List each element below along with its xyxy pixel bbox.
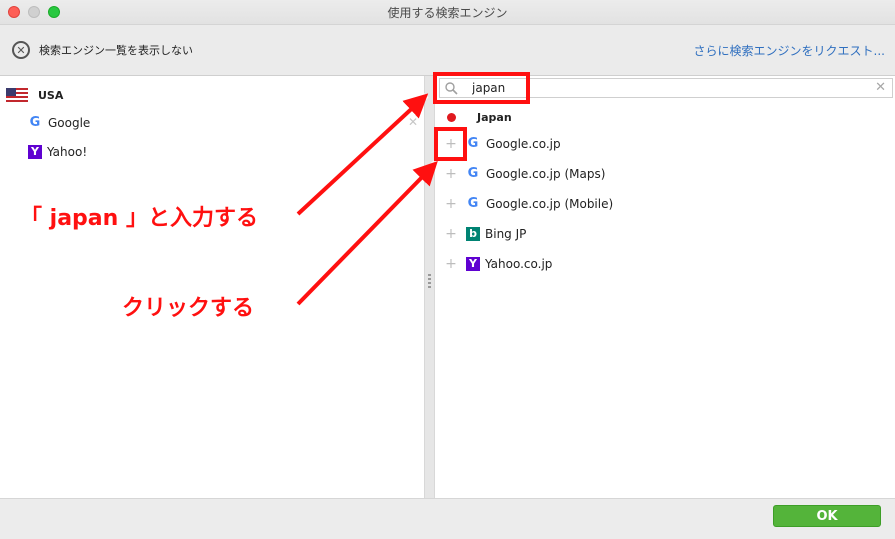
result-name: Bing JP xyxy=(485,227,527,241)
add-button-highlight-box xyxy=(434,127,467,161)
search-highlight-box xyxy=(433,72,530,104)
engine-item-google[interactable]: G Google xyxy=(28,113,91,133)
clear-search-icon[interactable]: ✕ xyxy=(875,80,886,95)
google-icon: G xyxy=(467,136,479,151)
region-label: USA xyxy=(38,88,64,102)
title-bar: 使用する検索エンジン xyxy=(0,0,895,25)
result-name: Yahoo.co.jp xyxy=(485,257,553,271)
yahoo-icon: Y xyxy=(466,257,480,271)
add-engine-icon[interactable]: + xyxy=(445,194,457,214)
bing-icon: b xyxy=(466,227,480,241)
region-label: Japan xyxy=(477,110,512,124)
type-instruction-label: 「 japan 」と入力する xyxy=(20,206,258,231)
window-title: 使用する検索エンジン xyxy=(387,6,508,20)
result-item-bing-jp: + b Bing JP xyxy=(445,224,526,244)
us-flag-icon xyxy=(6,88,28,102)
hide-engine-list-toggle[interactable]: ✕ 検索エンジン一覧を表示しない xyxy=(12,40,193,60)
result-item-yahoo-co-jp: + Y Yahoo.co.jp xyxy=(445,254,552,274)
region-header-japan: Japan xyxy=(447,109,512,125)
result-item-google-maps: + G Google.co.jp (Maps) xyxy=(445,164,605,184)
click-instruction-label: クリックする xyxy=(122,296,255,321)
google-icon: G xyxy=(29,115,41,130)
request-engines-link[interactable]: さらに検索エンジンをリクエスト... xyxy=(694,42,885,59)
yahoo-icon: Y xyxy=(28,145,42,159)
toolbar: ✕ 検索エンジン一覧を表示しない さらに検索エンジンをリクエスト... xyxy=(0,25,895,76)
add-engine-icon[interactable]: + xyxy=(445,164,457,184)
close-circle-icon: ✕ xyxy=(12,41,30,59)
selected-engines-pane: USA G Google ✕ Y Yahoo! xyxy=(0,76,424,498)
hide-engine-list-label: 検索エンジン一覧を表示しない xyxy=(39,44,193,57)
splitter-grip-icon xyxy=(428,274,431,288)
result-name: Google.co.jp xyxy=(486,137,561,151)
remove-engine-icon[interactable]: ✕ xyxy=(408,115,418,129)
result-name: Google.co.jp (Maps) xyxy=(486,167,606,181)
add-engine-icon[interactable]: + xyxy=(445,224,457,244)
add-engine-icon[interactable]: + xyxy=(445,254,457,274)
japan-flag-icon xyxy=(447,112,456,122)
google-icon: G xyxy=(467,166,479,181)
engine-name: Google xyxy=(48,116,91,130)
engine-item-yahoo[interactable]: Y Yahoo! xyxy=(28,142,87,162)
region-header-usa: USA xyxy=(6,86,63,104)
result-name: Google.co.jp (Mobile) xyxy=(486,197,614,211)
google-icon: G xyxy=(467,196,479,211)
result-item-google-mobile: + G Google.co.jp (Mobile) xyxy=(445,194,613,214)
engine-name: Yahoo! xyxy=(47,145,88,159)
bottom-bar: OK xyxy=(0,498,895,539)
ok-button[interactable]: OK xyxy=(773,505,881,527)
available-engines-pane: ✕ Japan + G Google.co.jp + G Google.co.j… xyxy=(435,76,895,498)
